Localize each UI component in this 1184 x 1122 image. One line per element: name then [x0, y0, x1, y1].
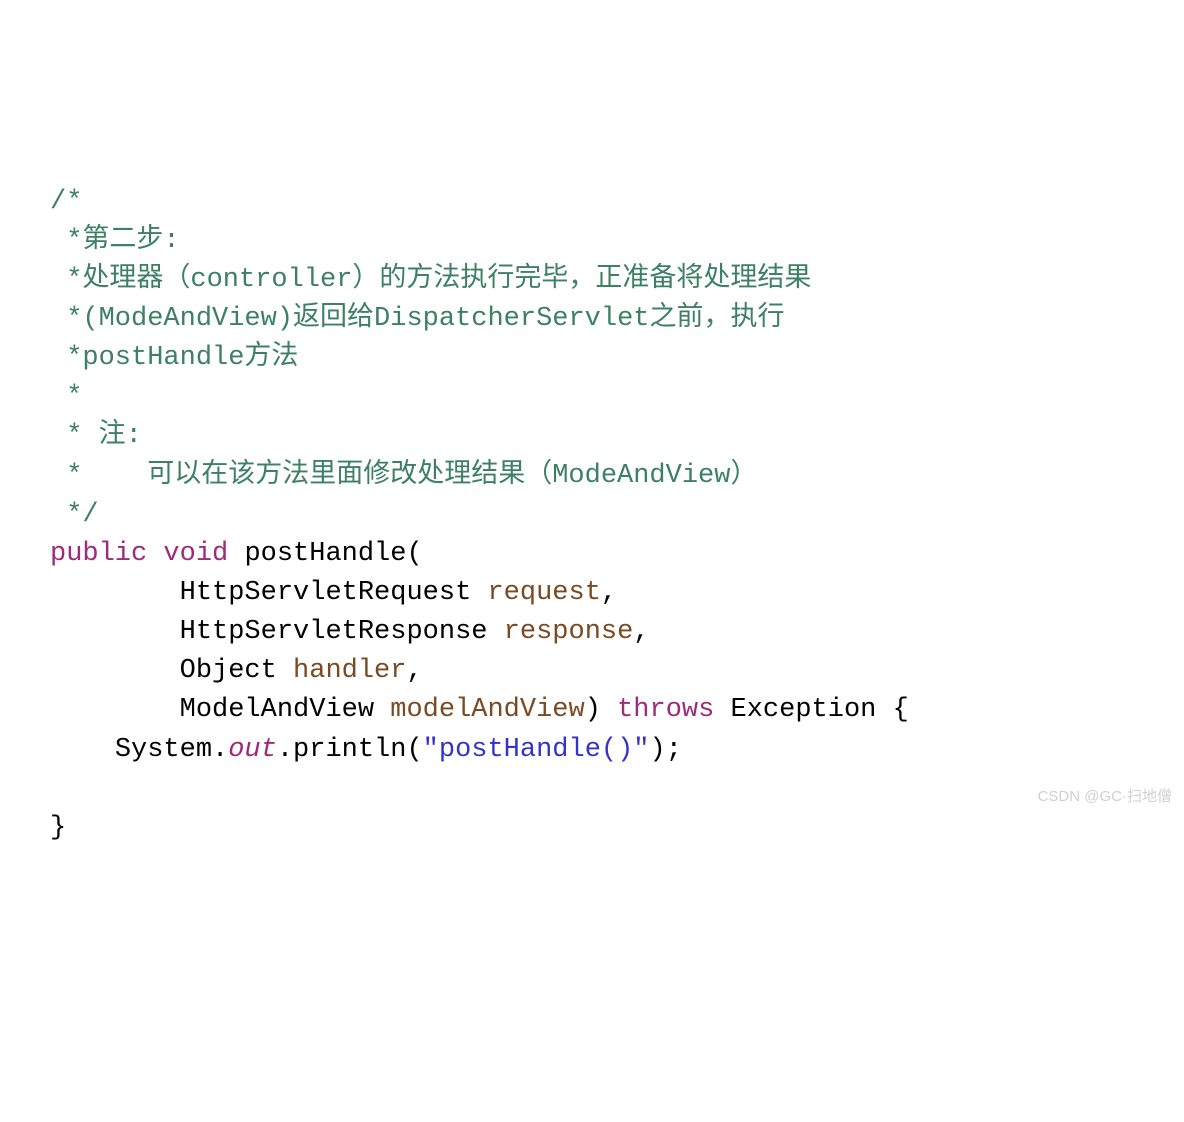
param-name: response [504, 617, 634, 647]
paren-open: ( [406, 539, 422, 569]
comma: , [601, 578, 617, 608]
comma: , [406, 656, 422, 686]
comma: , [633, 617, 649, 647]
paren-open: ( [406, 735, 422, 765]
param-type: HttpServletResponse [180, 617, 488, 647]
param-name: request [487, 578, 600, 608]
comment-line: *postHandle方法 [50, 343, 298, 373]
dot: . [277, 735, 293, 765]
static-field: out [228, 735, 277, 765]
comment-line: * [50, 382, 82, 412]
brace-close: } [50, 813, 66, 843]
paren-close: ) [585, 695, 601, 725]
param-type: HttpServletRequest [180, 578, 472, 608]
brace-open: { [893, 695, 909, 725]
method-call: println [293, 735, 406, 765]
comment-line: /* [50, 187, 82, 217]
method-name: postHandle [244, 539, 406, 569]
dot: . [212, 735, 228, 765]
watermark: CSDN @GC·扫地僧 [1038, 786, 1172, 808]
paren-close-semi: ); [650, 735, 682, 765]
comment-line: */ [50, 500, 99, 530]
string-literal: "postHandle()" [423, 735, 650, 765]
code-block: /* *第二步: *处理器（controller）的方法执行完毕，正准备将处理结… [50, 183, 1184, 848]
param-type: ModelAndView [180, 695, 374, 725]
param-type: Object [180, 656, 277, 686]
comment-line: * 可以在该方法里面修改处理结果（ModeAndView） [50, 461, 757, 491]
keyword-void: void [163, 539, 228, 569]
class-ref: System [115, 735, 212, 765]
param-name: handler [293, 656, 406, 686]
exception-type: Exception [731, 695, 877, 725]
param-name: modelAndView [390, 695, 584, 725]
comment-line: * 注: [50, 421, 142, 451]
keyword-throws: throws [617, 695, 714, 725]
comment-line: *处理器（controller）的方法执行完毕，正准备将处理结果 [50, 265, 811, 295]
comment-line: *(ModeAndView)返回给DispatcherServlet之前，执行 [50, 304, 784, 334]
keyword-public: public [50, 539, 147, 569]
comment-line: *第二步: [50, 226, 180, 256]
